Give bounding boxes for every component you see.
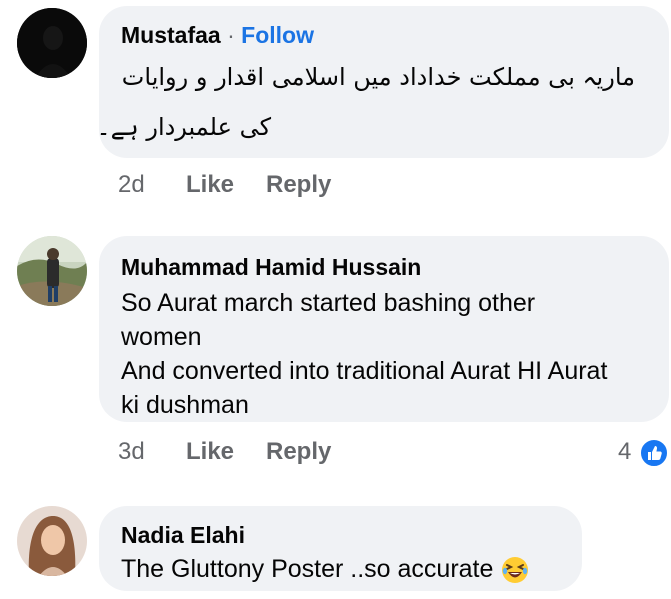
avatar[interactable] [17, 8, 87, 78]
reply-button[interactable]: Reply [266, 437, 331, 467]
comment-time[interactable]: 3d [118, 437, 145, 467]
comment-text-line: And converted into traditional Aurat HI … [121, 357, 608, 385]
comment-text-line: So Aurat march started bashing other [121, 289, 536, 317]
author-name[interactable]: Muhammad Hamid Hussain [121, 254, 421, 280]
laughing-emoji-icon [500, 555, 530, 585]
comment-actions: 3d Like Reply [0, 437, 671, 469]
reply-button[interactable]: Reply [266, 170, 331, 200]
comment-text-line: ماریہ بی مملکت خداداد میں اسلامی اقدار و… [121, 63, 635, 91]
comments-section: Mustafaa · Follow ماریہ بی مملکت خداداد … [0, 0, 671, 599]
avatar[interactable] [17, 236, 87, 306]
comment-bubble: Mustafaa · Follow ماریہ بی مملکت خداداد … [96, 6, 669, 158]
comment-bubble: Nadia Elahi The Gluttony Poster ..so acc… [99, 506, 582, 591]
comment-actions: 2d Like Reply [0, 170, 671, 202]
comment-nadia-elahi: Nadia Elahi The Gluttony Poster ..so acc… [0, 496, 671, 599]
comment-mustafaa: Mustafaa · Follow ماریہ بی مملکت خداداد … [0, 0, 671, 220]
comment-muhammad-hamid-hussain: Muhammad Hamid Hussain So Aurat march st… [0, 228, 671, 488]
reaction-summary[interactable]: 4 [612, 437, 670, 469]
avatar-image [17, 8, 87, 78]
comment-text-line: کی علمبردار ہے۔ [96, 113, 271, 141]
comment-text-line: ki dushman [121, 391, 249, 419]
follow-button[interactable]: Follow [241, 22, 314, 48]
reaction-count: 4 [618, 438, 632, 465]
separator-dot: · [227, 22, 235, 48]
like-icon [639, 438, 669, 468]
avatar[interactable] [17, 506, 87, 576]
author-name[interactable]: Nadia Elahi [121, 522, 245, 548]
like-button[interactable]: Like [186, 170, 234, 200]
comment-text: The Gluttony Poster ..so accurate [121, 555, 494, 583]
comment-text-line: The Gluttony Poster ..so accurate [121, 554, 530, 585]
author-name[interactable]: Mustafaa [121, 22, 221, 48]
comment-text-line: women [121, 323, 202, 351]
like-button[interactable]: Like [186, 437, 234, 467]
comment-bubble: Muhammad Hamid Hussain So Aurat march st… [99, 236, 669, 422]
avatar-image [17, 236, 87, 306]
comment-time[interactable]: 2d [118, 170, 145, 200]
avatar-image [17, 506, 87, 576]
